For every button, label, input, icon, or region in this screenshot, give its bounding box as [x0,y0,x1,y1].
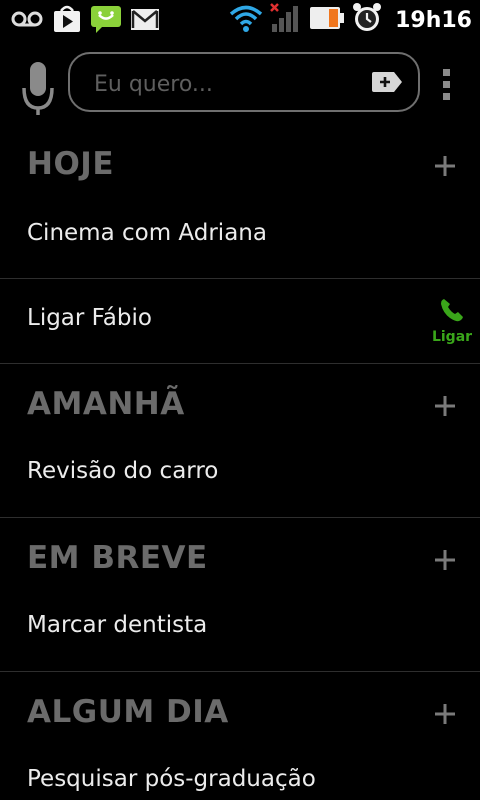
section-header-soon: EM BREVE [0,530,480,590]
add-task-icon[interactable] [433,394,457,422]
gmail-icon [130,6,160,36]
call-button[interactable]: Ligar [428,297,476,345]
system-icons: 19h16 [229,2,472,38]
task-label: Revisão do carro [27,458,219,484]
task-input-bar [0,50,480,120]
task-input-field[interactable] [68,52,420,112]
section-title: EM BREVE [27,540,208,576]
sms-icon [90,4,122,38]
add-tag-icon[interactable] [370,70,404,98]
task-label: Ligar Fábio [27,305,152,331]
task-item[interactable]: Marcar dentista [0,586,480,671]
alarm-icon [351,2,383,38]
overflow-menu-icon[interactable] [440,68,454,106]
signal-no-service-icon [269,2,303,38]
task-item[interactable]: Pesquisar pós-graduação [0,740,480,800]
section-title: ALGUM DIA [27,694,229,730]
task-input[interactable] [92,66,356,102]
play-store-icon [52,4,82,38]
add-task-icon[interactable] [433,702,457,730]
task-item[interactable]: Revisão do carro [0,432,480,517]
task-label: Cinema com Adriana [27,220,267,246]
status-bar: 19h16 [0,0,480,38]
add-task-icon[interactable] [433,154,457,182]
section-title: HOJE [27,146,115,182]
phone-icon [441,299,463,322]
battery-icon [309,4,345,36]
task-label: Pesquisar pós-graduação [27,766,316,792]
section-header-tomorrow: AMANHÃ [0,376,480,436]
wifi-icon [229,3,263,37]
clock-time: 19h16 [395,7,472,33]
task-label: Marcar dentista [27,612,208,638]
section-header-today: HOJE [0,136,480,196]
task-item[interactable]: Cinema com Adriana [0,194,480,279]
divider [0,517,480,518]
divider [0,671,480,672]
section-header-someday: ALGUM DIA [0,684,480,744]
section-title: AMANHÃ [27,386,185,422]
add-task-icon[interactable] [433,548,457,576]
notification-icons [10,4,160,38]
divider [0,363,480,364]
microphone-icon[interactable] [22,60,54,122]
voicemail-icon [10,8,44,34]
task-item[interactable]: Ligar Fábio Ligar [0,279,480,364]
call-label: Ligar [431,329,473,345]
